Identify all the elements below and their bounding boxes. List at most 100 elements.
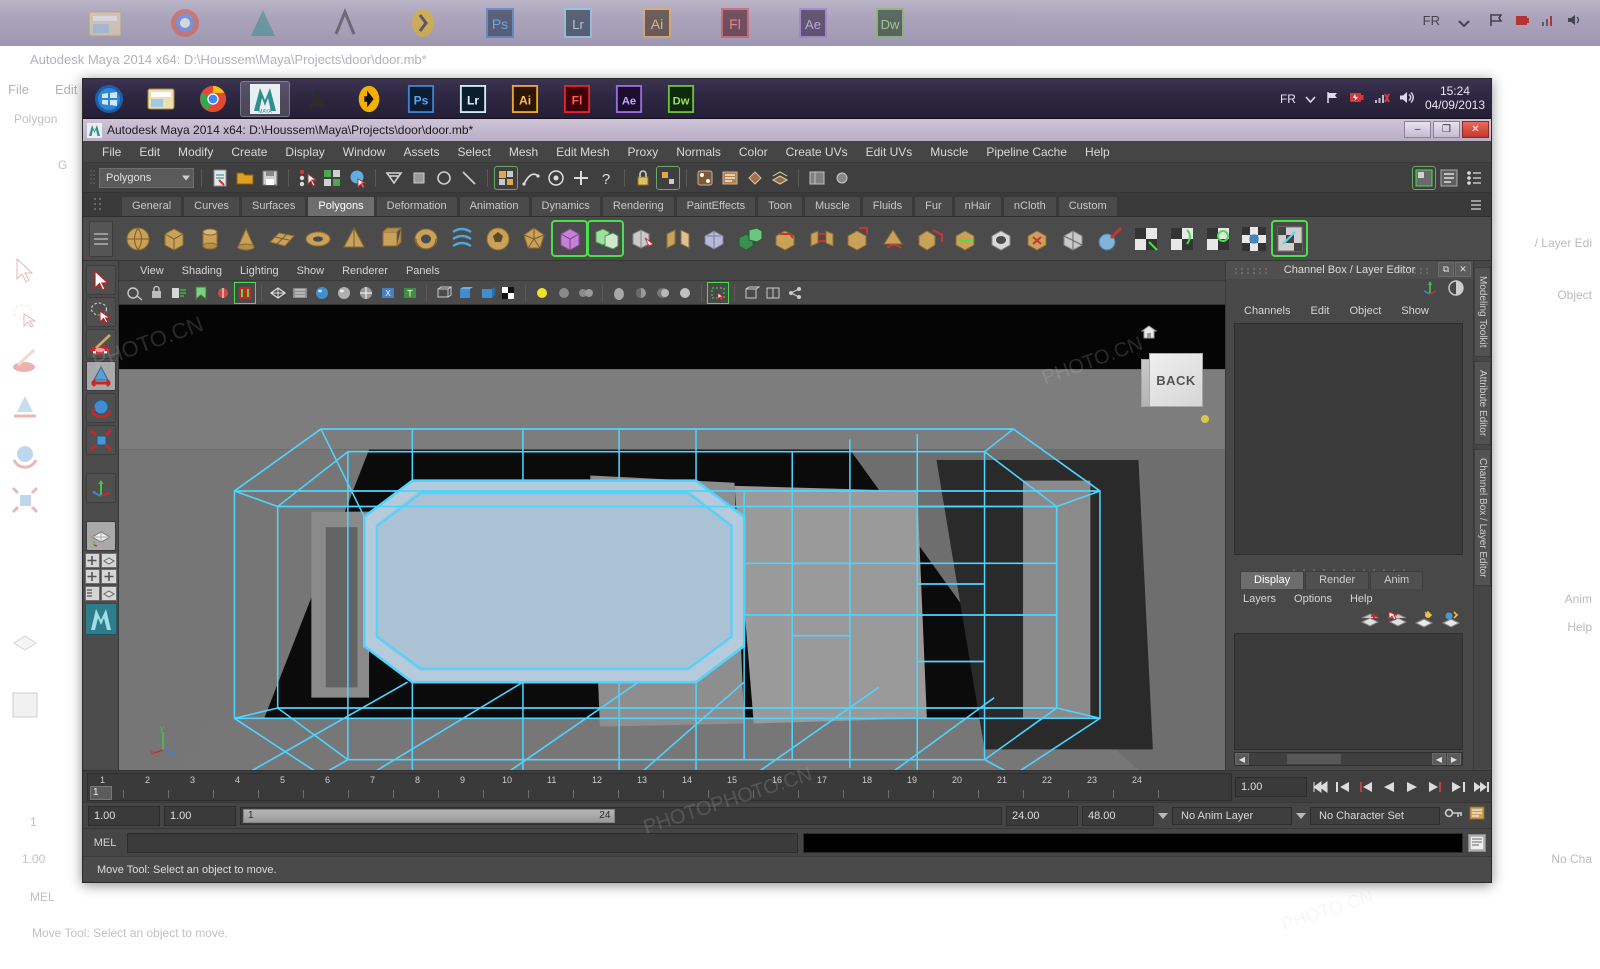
- channel-menu-show[interactable]: Show: [1391, 304, 1439, 318]
- tool-move[interactable]: [85, 361, 116, 391]
- menu-color[interactable]: Color: [730, 143, 777, 161]
- tray-volume-icon[interactable]: [1399, 90, 1416, 108]
- maximize-button[interactable]: ❐: [1433, 121, 1460, 138]
- menu-select[interactable]: Select: [448, 143, 499, 161]
- menu-pipeline-cache[interactable]: Pipeline Cache: [977, 143, 1076, 161]
- right-tab-channel-box[interactable]: Channel Box / Layer Editor: [1474, 448, 1491, 587]
- layout-preset-2[interactable]: [101, 553, 117, 568]
- playback-end-field[interactable]: 24.00: [1006, 805, 1078, 826]
- show-hide-attribute-editor-icon[interactable]: [1438, 167, 1460, 189]
- select-by-component-icon[interactable]: [346, 167, 368, 189]
- shelf-poly-cylinder-button[interactable]: [193, 222, 226, 255]
- tray-clock[interactable]: 15:24 04/09/2013: [1425, 84, 1485, 113]
- shelf-uv-spherical-button[interactable]: [1201, 222, 1234, 255]
- layer-menu-help[interactable]: Help: [1341, 592, 1382, 606]
- shelf-poly-type-button[interactable]: [551, 220, 588, 257]
- resolution-gate-icon[interactable]: [477, 283, 497, 303]
- minimize-button[interactable]: –: [1404, 121, 1431, 138]
- xray-icon[interactable]: X: [378, 283, 398, 303]
- layer-highlight-icon[interactable]: [1414, 610, 1434, 633]
- mel-output-field[interactable]: [803, 832, 1463, 853]
- shelf-tab-general[interactable]: General: [121, 196, 183, 216]
- tool-show-manipulator[interactable]: [85, 473, 116, 503]
- render-globals-icon[interactable]: [719, 167, 741, 189]
- shelf-poly-bridge-button[interactable]: [805, 222, 838, 255]
- layout-maya-logo[interactable]: [84, 603, 117, 635]
- auto-key-icon[interactable]: [1444, 806, 1464, 825]
- shelf-tab-handle[interactable]: [91, 195, 107, 213]
- tray-language[interactable]: FR: [1280, 92, 1296, 106]
- two-d-pan-zoom-icon[interactable]: [234, 281, 256, 304]
- shelf-uv-automatic-button[interactable]: [1237, 222, 1270, 255]
- new-layer-from-selection-icon[interactable]: [1387, 610, 1408, 633]
- panel-splitter[interactable]: [1226, 559, 1473, 571]
- lighting-all-icon[interactable]: [554, 283, 574, 303]
- render-view-icon[interactable]: [545, 167, 567, 189]
- viewport-menu-shading[interactable]: Shading: [173, 263, 231, 279]
- grid-icon[interactable]: [433, 283, 453, 303]
- anim-layer-selector[interactable]: No Anim Layer: [1172, 806, 1292, 825]
- shelf-poly-sphere-button[interactable]: [121, 222, 154, 255]
- viewport-menu-view[interactable]: View: [131, 263, 173, 279]
- script-editor-button[interactable]: [1468, 833, 1486, 852]
- half-circle-toggle-icon[interactable]: [1447, 279, 1465, 302]
- ambient-occlusion-icon[interactable]: [631, 283, 651, 303]
- layer-scroll-left-button[interactable]: ◀: [1235, 753, 1249, 765]
- render-curve-icon[interactable]: [520, 167, 542, 189]
- taskbar-zbrush[interactable]: [292, 81, 342, 117]
- shelf-poly-duplicate-face-button[interactable]: [913, 222, 946, 255]
- text-icon[interactable]: T: [400, 283, 420, 303]
- wireframe-on-shaded-icon[interactable]: [356, 283, 376, 303]
- layer-menu-options[interactable]: Options: [1285, 592, 1341, 606]
- shelf-tab-fur[interactable]: Fur: [914, 196, 953, 216]
- smooth-shade-icon[interactable]: [290, 283, 310, 303]
- taskbar-dreamweaver[interactable]: Dw: [656, 81, 706, 117]
- shelf-uv-planar-button[interactable]: [1129, 222, 1162, 255]
- taskbar-photoshop[interactable]: Ps: [396, 81, 446, 117]
- tray-caret-down-icon[interactable]: [1305, 92, 1316, 106]
- current-frame-marker[interactable]: 1: [90, 785, 112, 800]
- shelf-overflow-button[interactable]: [89, 221, 113, 257]
- right-tab-attribute-editor[interactable]: Attribute Editor: [1474, 360, 1491, 445]
- panel-layout-icon[interactable]: [763, 283, 783, 303]
- shelf-tab-dynamics[interactable]: Dynamics: [530, 196, 601, 216]
- step-forward-keyframe-button[interactable]: [1448, 777, 1468, 797]
- taskbar-illustrator[interactable]: Ai: [500, 81, 550, 117]
- snap-to-view-plane-icon[interactable]: [458, 167, 480, 189]
- shelf-poly-bevel-button[interactable]: [769, 222, 802, 255]
- layer-list[interactable]: [1234, 633, 1463, 750]
- menu-window[interactable]: Window: [334, 143, 395, 161]
- shelf-poly-prism-button[interactable]: [373, 222, 406, 255]
- shelf-poly-helix-button[interactable]: [445, 222, 478, 255]
- tool-select[interactable]: [85, 265, 116, 295]
- snap-to-curve-icon[interactable]: [408, 167, 430, 189]
- shelf-uv-editor-button[interactable]: [1271, 220, 1308, 257]
- panel-undock-button[interactable]: ⧉: [1438, 262, 1454, 277]
- lock-camera-icon[interactable]: [147, 283, 167, 303]
- channel-menu-channels[interactable]: Channels: [1234, 304, 1300, 318]
- shelf-poly-boolean-button[interactable]: [625, 222, 658, 255]
- layout-preset-1[interactable]: [84, 553, 100, 568]
- xray-joints-icon[interactable]: [741, 283, 761, 303]
- go-to-start-button[interactable]: [1310, 777, 1330, 797]
- isolate-select-icon[interactable]: [707, 281, 729, 304]
- shelf-tab-ncloth[interactable]: nCloth: [1002, 196, 1057, 216]
- panel-close-button[interactable]: ✕: [1455, 262, 1471, 277]
- panel-drag-dots-left[interactable]: [1234, 266, 1270, 274]
- snap-to-point-icon[interactable]: [433, 167, 455, 189]
- anim-layer-caret-icon[interactable]: [1158, 812, 1168, 819]
- taskbar-chrome[interactable]: [188, 81, 238, 117]
- shelf-poly-extrude-button[interactable]: [733, 222, 766, 255]
- step-forward-frame-button[interactable]: [1425, 777, 1445, 797]
- layout-single-perspective[interactable]: [85, 521, 116, 551]
- taskbar-lightroom[interactable]: Lr: [448, 81, 498, 117]
- shelf-poly-sculpt-button[interactable]: [1093, 222, 1126, 255]
- dropoff-icon[interactable]: [831, 167, 853, 189]
- tool-scale[interactable]: [85, 425, 116, 455]
- shelf-poly-pipe-button[interactable]: [409, 222, 442, 255]
- render-settings-icon[interactable]: ?: [595, 167, 617, 189]
- camera-attributes-icon[interactable]: [169, 283, 189, 303]
- shelf-poly-combine-button[interactable]: [587, 220, 624, 257]
- animation-preferences-icon[interactable]: [1468, 805, 1486, 826]
- shelf-poly-fill-hole-button[interactable]: [985, 222, 1018, 255]
